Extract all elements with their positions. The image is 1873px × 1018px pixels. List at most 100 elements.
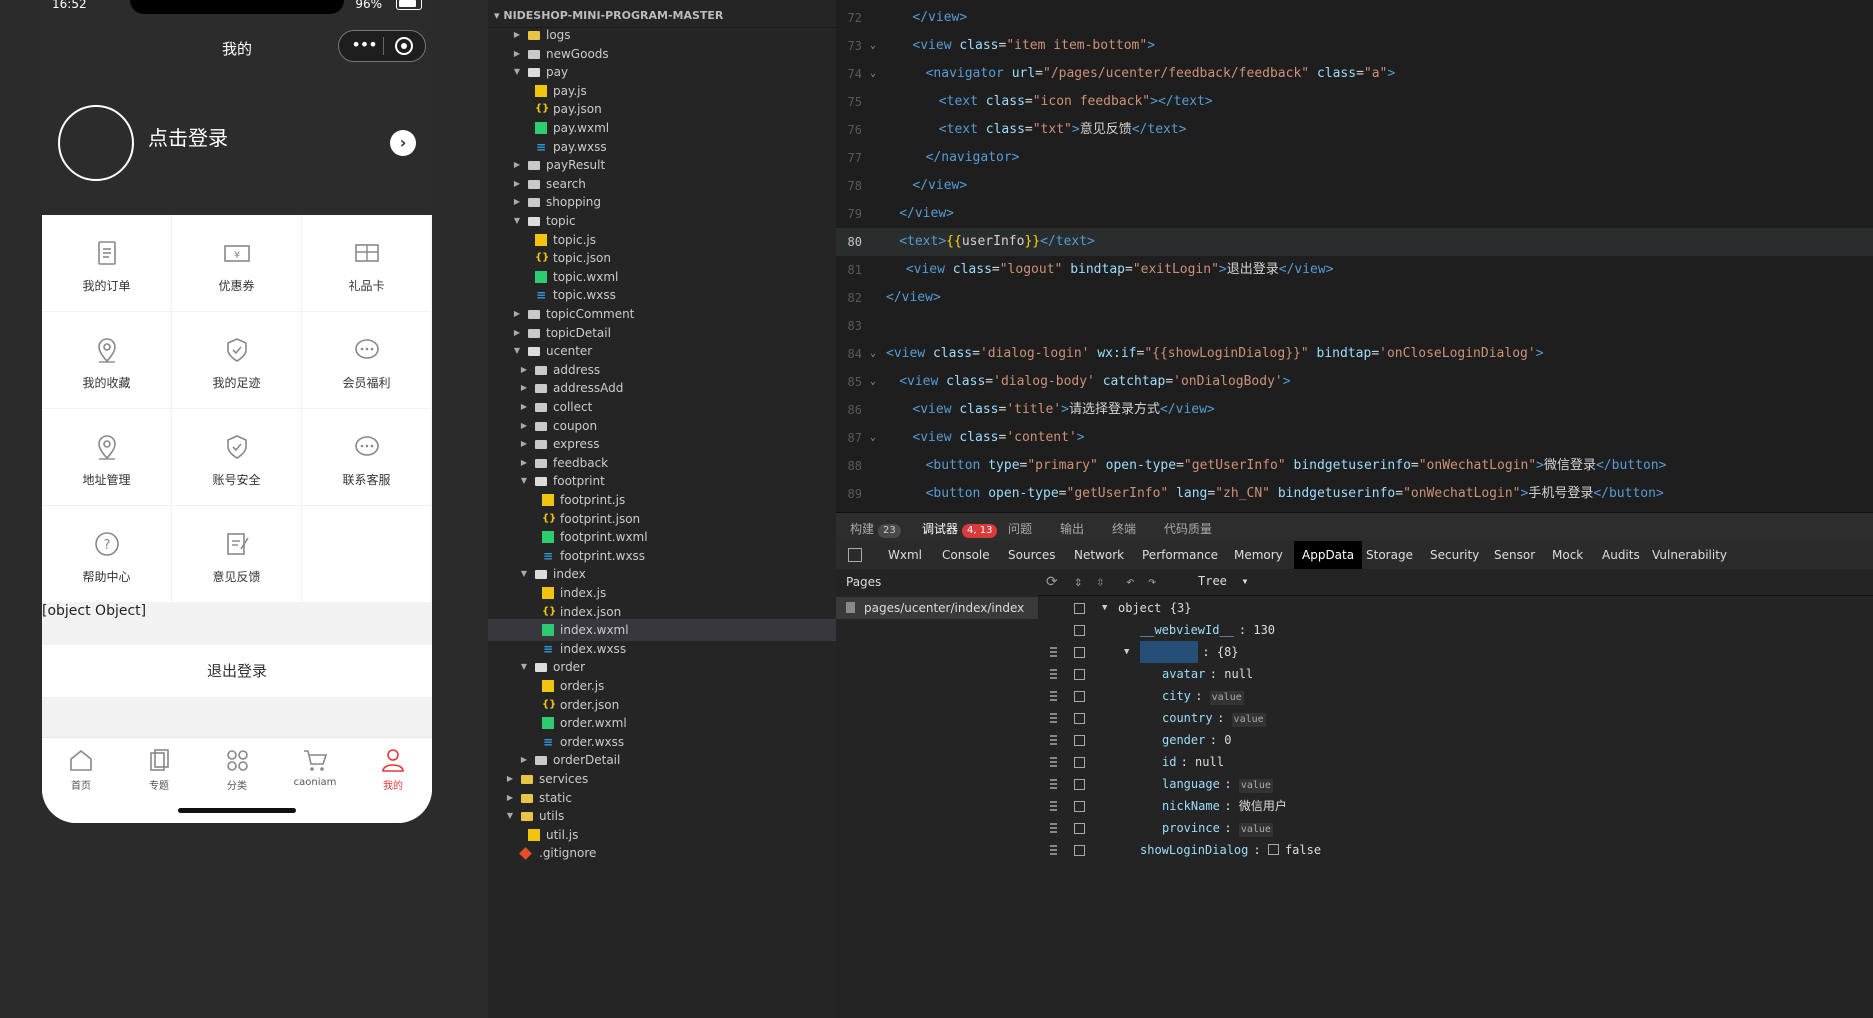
appdata-row[interactable]: ▼ object {3} [1038, 597, 1873, 619]
expand-arrow-icon[interactable]: ▼ [1124, 641, 1129, 663]
panel-tab[interactable]: 代码质量 [1164, 520, 1212, 537]
appdata-row[interactable]: language : value [1038, 773, 1873, 795]
row-checkbox[interactable] [1074, 779, 1085, 790]
row-checkbox[interactable] [1074, 669, 1085, 680]
appdata-row[interactable]: __webviewId__ : 130 [1038, 619, 1873, 641]
devtools-tab-sources[interactable]: Sources [1000, 541, 1063, 569]
drag-handle-icon[interactable] [1050, 823, 1057, 833]
devtools-tab-console[interactable]: Console [934, 541, 998, 569]
more-icon[interactable]: ••• [349, 35, 379, 54]
expand-arrow-icon[interactable]: ▼ [1102, 597, 1107, 619]
chevron-right-icon[interactable]: › [390, 130, 416, 156]
drag-handle-icon[interactable] [1050, 757, 1057, 767]
appdata-row[interactable]: ▼ userInfo : {8} [1038, 641, 1873, 663]
code-line[interactable]: 73 ⌄ <view class="item item-bottom"> [836, 32, 1873, 60]
row-checkbox[interactable] [1074, 691, 1085, 702]
row-checkbox[interactable] [1074, 603, 1085, 614]
code-line[interactable]: 77 </navigator> [836, 144, 1873, 172]
devtools-tab-network[interactable]: Network [1066, 541, 1132, 569]
collapse-all-icon[interactable]: ⇳ [1096, 574, 1104, 590]
redo-icon[interactable]: ↷ [1148, 574, 1156, 590]
code-line[interactable]: 78 </view> [836, 172, 1873, 200]
devtools-tab-memory[interactable]: Memory [1226, 541, 1291, 569]
grid-item[interactable]: 我的订单 [42, 215, 171, 311]
tab-topic[interactable]: 专题 [120, 738, 198, 798]
appdata-row[interactable]: country : value [1038, 707, 1873, 729]
code-line[interactable]: 81 <view class="logout" bindtap="exitLogi… [836, 256, 1873, 284]
grid-item[interactable]: 地址管理 [42, 409, 171, 505]
appdata-row[interactable]: province : value [1038, 817, 1873, 839]
panel-tab[interactable]: 问题 [1008, 520, 1032, 537]
tab-home[interactable]: 首页 [42, 738, 120, 798]
drag-handle-icon[interactable] [1050, 691, 1057, 701]
drag-handle-icon[interactable] [1050, 779, 1057, 789]
code-line[interactable]: 86 <view class='title'>请选择登录方式</view> [836, 396, 1873, 424]
menu-capsule[interactable]: ••• [338, 30, 426, 62]
drag-handle-icon[interactable] [1050, 735, 1057, 745]
refresh-icon[interactable]: ⟳ [1046, 574, 1058, 590]
drag-handle-icon[interactable] [1050, 647, 1057, 657]
appdata-row[interactable]: showLoginDialog : false [1038, 839, 1873, 861]
code-line[interactable]: 79 </view> [836, 200, 1873, 228]
devtools-tab-wxml[interactable]: Wxml [880, 541, 930, 569]
grid-item[interactable]: 意见反馈 [172, 506, 301, 602]
drag-handle-icon[interactable] [1050, 669, 1057, 679]
code-line[interactable]: 84 ⌄ <view class='dialog-login' wx:if="{{s… [836, 340, 1873, 368]
code-line[interactable]: 88 <button type="primary" open-type="getU… [836, 452, 1873, 480]
devtools-tab-appdata[interactable]: AppData [1294, 541, 1363, 569]
code-line[interactable]: 89 <button open-type="getUserInfo" lang="… [836, 480, 1873, 508]
fold-chevron-icon[interactable]: ⌄ [870, 32, 876, 60]
code-line[interactable]: 75 <text class="icon feedback"></text> [836, 88, 1873, 116]
grid-item[interactable]: ? 帮助中心 [42, 506, 171, 602]
code-line[interactable]: 80 <text>{{userInfo}}</text> [836, 228, 1873, 256]
expand-all-icon[interactable]: ⇕ [1074, 574, 1082, 590]
login-text[interactable]: 点击登录 [148, 122, 228, 151]
code-line[interactable]: 74 ⌄ <navigator url="/pages/ucenter/feedba… [836, 60, 1873, 88]
tab-category[interactable]: 分类 [198, 738, 276, 798]
grid-item[interactable]: 账号安全 [172, 409, 301, 505]
drag-handle-icon[interactable] [1050, 801, 1057, 811]
devtools-tab-mock[interactable]: Mock [1544, 541, 1591, 569]
page-item[interactable]: pages/ucenter/index/index [836, 597, 1038, 619]
row-checkbox[interactable] [1074, 735, 1085, 746]
grid-item[interactable]: 礼品卡 [302, 215, 431, 311]
close-target-icon[interactable] [395, 37, 413, 55]
view-mode-select[interactable]: Tree ▾ [1198, 574, 1249, 588]
row-checkbox[interactable] [1074, 625, 1085, 636]
row-checkbox[interactable] [1074, 823, 1085, 834]
inspect-element-icon[interactable] [848, 548, 862, 562]
code-line[interactable]: 76 <text class="txt">意见反馈</text> [836, 116, 1873, 144]
grid-item[interactable]: ¥ 优惠券 [172, 215, 301, 311]
devtools-tab-storage[interactable]: Storage [1358, 541, 1421, 569]
drag-handle-icon[interactable] [1050, 713, 1057, 723]
row-checkbox[interactable] [1074, 647, 1085, 658]
row-checkbox[interactable] [1074, 801, 1085, 812]
appdata-row[interactable]: nickName : 微信用户 [1038, 795, 1873, 817]
code-line[interactable]: 83 [836, 312, 1873, 340]
value-checkbox[interactable] [1267, 844, 1279, 855]
avatar[interactable] [58, 105, 134, 181]
appdata-row[interactable]: avatar : null [1038, 663, 1873, 685]
panel-tab[interactable]: 输出 [1060, 520, 1084, 537]
row-checkbox[interactable] [1074, 757, 1085, 768]
panel-tab[interactable]: 构建 23 [850, 520, 901, 538]
file-item[interactable]: .gitignore [488, 842, 836, 864]
grid-item[interactable]: 我的收藏 [42, 312, 171, 408]
devtools-tab-security[interactable]: Security [1422, 541, 1487, 569]
fold-chevron-icon[interactable]: ⌄ [870, 340, 876, 368]
appdata-row[interactable]: id : null [1038, 751, 1873, 773]
fold-chevron-icon[interactable]: ⌄ [870, 368, 876, 396]
grid-item[interactable]: 我的足迹 [172, 312, 301, 408]
code-editor[interactable]: 72 </view> 73 ⌄ <view class="item item-botto… [836, 0, 1873, 512]
tab-cart[interactable]: caoniam [276, 738, 354, 798]
code-line[interactable]: 72 </view> [836, 4, 1873, 32]
row-checkbox[interactable] [1074, 713, 1085, 724]
devtools-tab-vulnerability[interactable]: Vulnerability [1644, 541, 1735, 569]
fold-chevron-icon[interactable]: ⌄ [870, 424, 876, 452]
appdata-row[interactable]: city : value [1038, 685, 1873, 707]
grid-item[interactable]: 会员福利 [302, 312, 431, 408]
appdata-row[interactable]: gender : 0 [1038, 729, 1873, 751]
panel-tab[interactable]: 终端 [1112, 520, 1136, 537]
fold-chevron-icon[interactable]: ⌄ [870, 60, 876, 88]
tab-user[interactable]: 我的 [354, 738, 432, 798]
